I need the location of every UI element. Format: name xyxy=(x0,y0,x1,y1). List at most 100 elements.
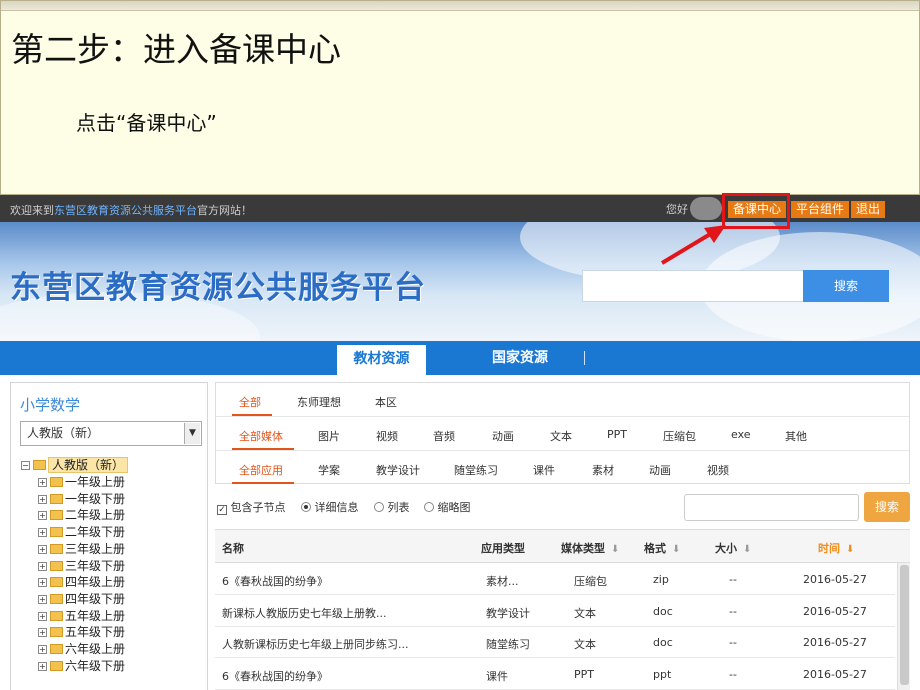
filter-option[interactable]: 音频 xyxy=(433,428,455,444)
tree-node-label: 六年级上册 xyxy=(65,642,126,656)
selected-underline xyxy=(232,414,272,416)
tree-node-grade[interactable]: + 五年级下册 xyxy=(38,625,125,640)
col-media-type[interactable]: 媒体类型 ⬇ xyxy=(561,540,619,556)
table-row[interactable]: 6《春秋战国的纷争》 课件 PPT ppt -- 2016-05-27 xyxy=(215,659,895,690)
filter-option[interactable]: 文本 xyxy=(550,428,572,444)
table-row[interactable]: 新课标人教版历史七年级上册教... 教学设计 文本 doc -- 2016-05-27 xyxy=(215,596,895,627)
col-name[interactable]: 名称 xyxy=(222,540,244,556)
logout-button[interactable]: 退出 xyxy=(851,201,886,218)
hello-text: 您好 xyxy=(666,203,688,216)
filter-option[interactable]: 全部媒体 xyxy=(239,428,283,444)
filter-option[interactable]: 动画 xyxy=(649,462,671,478)
filter-option[interactable]: 图片 xyxy=(318,428,340,444)
filter-option[interactable]: 教学设计 xyxy=(376,462,420,478)
col-app-type[interactable]: 应用类型 xyxy=(481,540,525,556)
tree-node-grade[interactable]: + 五年级上册 xyxy=(38,609,125,624)
expand-icon[interactable]: + xyxy=(38,561,47,571)
filter-option[interactable]: 压缩包 xyxy=(663,428,696,444)
resource-search-button[interactable]: 搜索 xyxy=(864,492,910,522)
expand-icon[interactable]: + xyxy=(38,628,47,638)
table-row[interactable]: 人教新课标历史七年级上册同步练习... 随堂练习 文本 doc -- 2016-05-27 xyxy=(215,627,895,658)
welcome-site-link[interactable]: 东营区教育资源公共服务平台 xyxy=(54,204,197,217)
tree-node-label: 五年级上册 xyxy=(65,608,126,623)
welcome-suffix: 官方网站！ xyxy=(197,204,252,217)
expand-icon[interactable]: + xyxy=(38,661,47,671)
cell-media-type: PPT xyxy=(574,667,594,681)
expand-icon[interactable]: + xyxy=(38,494,47,504)
scrollbar-thumb[interactable] xyxy=(900,565,909,685)
col-size-label: 大小 xyxy=(715,542,737,555)
expand-icon[interactable]: + xyxy=(38,528,47,538)
col-time[interactable]: 时间 ⬇ xyxy=(818,540,854,556)
folder-icon xyxy=(50,493,63,504)
resource-search-input[interactable] xyxy=(684,494,859,521)
tree-node-grade[interactable]: + 一年级上册 xyxy=(38,475,125,490)
checkbox-checked-icon[interactable]: ✓ xyxy=(217,505,227,515)
tree-node-label: 二年级下册 xyxy=(65,525,126,540)
tree-node-grade[interactable]: + 四年级下册 xyxy=(38,592,125,607)
radio-selected-icon[interactable] xyxy=(301,502,311,512)
table-scrollbar[interactable] xyxy=(897,563,910,690)
cell-name[interactable]: 人教新课标历史七年级上册同步练习... xyxy=(222,636,409,652)
include-children-option[interactable]: ✓ 包含子节点 xyxy=(217,499,286,515)
cell-name[interactable]: 新课标人教版历史七年级上册教... xyxy=(222,605,387,621)
filter-option[interactable]: 随堂练习 xyxy=(454,462,498,478)
filter-option[interactable]: 其他 xyxy=(785,428,807,444)
collapse-icon[interactable]: − xyxy=(21,461,30,470)
cell-format: doc xyxy=(653,604,673,618)
filter-option[interactable]: 本区 xyxy=(375,394,397,410)
filter-option[interactable]: 全部应用 xyxy=(239,462,283,478)
user-avatar xyxy=(690,197,722,220)
expand-icon[interactable]: + xyxy=(38,578,47,588)
view-thumbnail-option[interactable]: 缩略图 xyxy=(424,499,471,515)
tab-textbook-resources[interactable]: 教材资源 xyxy=(337,345,426,375)
radio-icon[interactable] xyxy=(374,502,384,512)
expand-icon[interactable]: + xyxy=(38,611,47,621)
filter-option[interactable]: 东师理想 xyxy=(297,394,341,410)
cell-name[interactable]: 6《春秋战国的纷争》 xyxy=(222,668,328,684)
view-detail-option[interactable]: 详细信息 xyxy=(301,499,359,515)
platform-components-button[interactable]: 平台组件 xyxy=(791,201,850,218)
filter-option[interactable]: exe xyxy=(731,428,751,441)
col-size[interactable]: 大小 ⬇ xyxy=(715,540,751,556)
expand-icon[interactable]: + xyxy=(38,544,47,554)
cell-media-type: 文本 xyxy=(574,606,596,620)
expand-icon[interactable]: + xyxy=(38,645,47,654)
tutorial-slide: 第二步：进入备课中心 点击“备课中心” 欢迎来到东营区教育资源公共服务平台官方网… xyxy=(0,0,920,690)
filter-option[interactable]: 动画 xyxy=(492,428,514,444)
tree-node-grade[interactable]: + 六年级上册 xyxy=(38,642,125,657)
tree-node-grade[interactable]: + 六年级下册 xyxy=(38,659,125,674)
tree-node-grade[interactable]: + 四年级上册 xyxy=(38,575,125,590)
tree-node-grade[interactable]: + 二年级上册 xyxy=(38,508,125,523)
chevron-down-icon[interactable]: ▼ xyxy=(184,423,200,444)
tree-node-grade[interactable]: + 三年级上册 xyxy=(38,542,125,557)
expand-icon[interactable]: + xyxy=(38,594,47,604)
sidebar: 小学数学 人教版（新） ▼ − 人教版（新） + 一年级上册 + 一年级下册 + 二年级上册 +… xyxy=(10,382,208,690)
site-title: 东营区教育资源公共服务平台 xyxy=(10,270,426,306)
view-list-option[interactable]: 列表 xyxy=(374,499,410,515)
filter-option[interactable]: 视频 xyxy=(707,462,729,478)
tab-national-resources[interactable]: 国家资源 xyxy=(472,341,568,375)
filter-option[interactable]: 学案 xyxy=(318,462,340,478)
site-search-input[interactable] xyxy=(582,270,804,302)
tree-node-grade[interactable]: + 三年级下册 xyxy=(38,559,125,574)
radio-icon[interactable] xyxy=(424,502,434,512)
filter-option[interactable]: 视频 xyxy=(376,428,398,444)
table-row[interactable]: 6《春秋战国的纷争》 素材... 压缩包 zip -- 2016-05-27 xyxy=(215,564,895,595)
filter-option[interactable]: 全部 xyxy=(239,394,261,410)
site-search-button[interactable]: 搜索 xyxy=(803,270,889,302)
filter-option[interactable]: 素材 xyxy=(592,462,614,478)
edition-select[interactable]: 人教版（新） ▼ xyxy=(20,421,202,446)
tree-node-grade[interactable]: + 一年级下册 xyxy=(38,492,125,507)
col-format-label: 格式 xyxy=(644,542,666,555)
tree-node-grade[interactable]: + 二年级下册 xyxy=(38,525,125,540)
filter-option[interactable]: 课件 xyxy=(533,462,555,478)
folder-icon xyxy=(50,610,63,621)
tree-node-root[interactable]: − 人教版（新） xyxy=(21,457,129,473)
expand-icon[interactable]: + xyxy=(38,511,47,521)
cell-app-type: 教学设计 xyxy=(486,606,530,620)
expand-icon[interactable]: + xyxy=(38,478,47,487)
col-format[interactable]: 格式 ⬇ xyxy=(644,540,680,556)
cell-name[interactable]: 6《春秋战国的纷争》 xyxy=(222,573,328,589)
filter-option[interactable]: PPT xyxy=(607,428,627,441)
